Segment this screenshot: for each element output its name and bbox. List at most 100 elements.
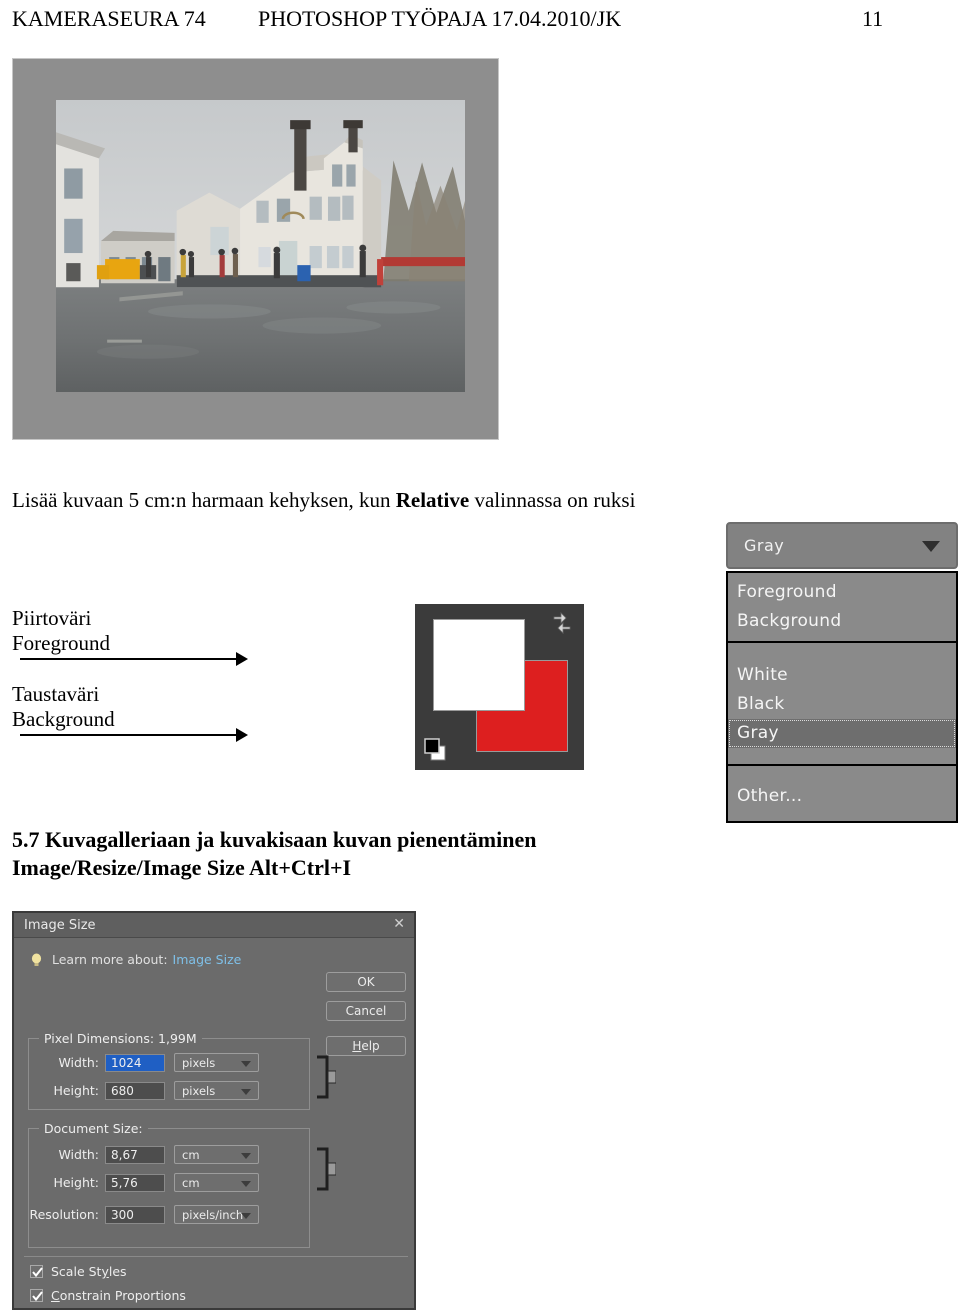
doc-resolution-label: Resolution: — [29, 1207, 99, 1222]
help-mnemonic: H — [352, 1039, 362, 1053]
pixel-width-row: Width: 1024 pixels — [29, 1053, 259, 1072]
arrow-line — [20, 658, 238, 660]
caption-relative: Lisää kuvaan 5 cm:n harmaan kehyksen, ku… — [12, 488, 635, 513]
arrow-to-background-swatch — [20, 728, 248, 742]
scale-styles-checkbox[interactable] — [30, 1265, 43, 1278]
annotation-background: Taustaväri Background — [12, 682, 115, 732]
document-constrain-chain-icon — [314, 1146, 337, 1195]
pixel-constrain-chain-icon — [314, 1054, 337, 1103]
chevron-down-icon — [241, 1181, 251, 1187]
foreground-color-swatch[interactable] — [433, 619, 525, 711]
menu-item-foreground[interactable]: Foreground — [728, 578, 956, 607]
learn-more-label: Learn more about: — [52, 952, 168, 967]
learn-more-link[interactable]: Image Size — [173, 952, 242, 967]
menu-item-background[interactable]: Background — [728, 607, 956, 636]
menu-group-color-sources: Foreground Background — [728, 573, 956, 641]
pixel-width-unit-select[interactable]: pixels — [174, 1053, 259, 1072]
help-button[interactable]: Help — [326, 1036, 406, 1056]
pixel-height-unit-value: pixels — [182, 1083, 216, 1098]
scale-styles-post: les — [108, 1264, 127, 1279]
doc-resolution-unit-select[interactable]: pixels/inch — [174, 1205, 259, 1224]
learn-more-row[interactable]: Learn more about: Image Size — [30, 952, 241, 967]
menu-item-gray[interactable]: Gray — [728, 719, 956, 748]
page-number: 11 — [862, 6, 884, 31]
scale-styles-label: Scale Styles — [51, 1264, 127, 1279]
swap-colors-icon[interactable] — [550, 610, 574, 634]
constrain-proportions-mnemonic: C — [51, 1288, 60, 1303]
chevron-down-icon — [241, 1089, 251, 1095]
help-rest: elp — [361, 1039, 380, 1053]
pixel-height-unit-select[interactable]: pixels — [174, 1081, 259, 1100]
arrow-head-icon — [236, 728, 248, 742]
fill-contents-combo[interactable]: Gray — [726, 522, 958, 569]
caption-bold-relative: Relative — [395, 488, 470, 512]
chevron-down-icon — [922, 541, 940, 552]
document-size-legend: Document Size: — [39, 1121, 148, 1136]
scale-styles-row[interactable]: Scale Styles — [30, 1264, 127, 1279]
doc-resolution-input[interactable]: 300 — [105, 1205, 165, 1224]
chevron-down-icon — [241, 1061, 251, 1067]
caption-before: Lisää kuvaan 5 cm:n harmaan kehyksen, ku… — [12, 488, 396, 512]
pixel-width-input[interactable]: 1024 — [105, 1053, 165, 1072]
menu-item-black[interactable]: Black — [728, 690, 956, 719]
color-swatch-widget — [415, 604, 584, 770]
annotation-background-fi: Taustaväri — [12, 682, 100, 706]
constrain-proportions-row[interactable]: Constrain Proportions — [30, 1288, 186, 1303]
framed-photo — [12, 58, 499, 440]
scale-styles-pre: Scale St — [51, 1264, 102, 1279]
dialog-title: Image Size — [24, 918, 96, 933]
doc-width-unit-value: cm — [182, 1147, 200, 1162]
pixel-width-unit-value: pixels — [182, 1055, 216, 1070]
pixel-height-row: Height: 680 pixels — [29, 1081, 259, 1100]
dialog-divider — [24, 1256, 408, 1257]
doc-height-unit-select[interactable]: cm — [174, 1173, 259, 1192]
close-icon[interactable]: ✕ — [393, 917, 405, 931]
doc-height-row: Height: 5,76 cm — [29, 1173, 259, 1192]
header-title: PHOTOSHOP TYÖPAJA 17.04.2010/JK — [258, 6, 622, 31]
menu-item-other[interactable]: Other... — [728, 782, 956, 811]
section-heading: 5.7 Kuvagalleriaan ja kuvakisaan kuvan p… — [12, 827, 537, 852]
doc-height-label: Height: — [53, 1175, 99, 1190]
photo-illustration — [56, 100, 465, 392]
doc-height-unit-value: cm — [182, 1175, 200, 1190]
doc-height-input[interactable]: 5,76 — [105, 1173, 165, 1192]
dialog-titlebar: Image Size ✕ — [14, 913, 414, 938]
header-publication: KAMERASEURA 74 — [12, 6, 206, 31]
pixel-dimensions-legend: Pixel Dimensions: 1,99M — [39, 1031, 202, 1046]
lightbulb-icon — [30, 953, 43, 967]
pixel-width-label: Width: — [58, 1055, 99, 1070]
menu-group-presets: White Black Gray — [728, 641, 956, 764]
gray-frame-border — [13, 59, 498, 439]
document-size-group: Document Size: Width: 8,67 cm Height: 5,… — [28, 1121, 310, 1248]
pixel-height-input[interactable]: 680 — [105, 1081, 165, 1100]
pixel-dimensions-group: Pixel Dimensions: 1,99M Width: 1024 pixe… — [28, 1031, 310, 1110]
photo-image — [56, 100, 465, 392]
fill-contents-menu[interactable]: Foreground Background White Black Gray O… — [726, 571, 958, 823]
doc-width-input[interactable]: 8,67 — [105, 1145, 165, 1164]
arrow-to-foreground-swatch — [20, 652, 248, 666]
doc-resolution-unit-value: pixels/inch — [182, 1207, 244, 1222]
ok-button[interactable]: OK — [326, 972, 406, 992]
doc-width-row: Width: 8,67 cm — [29, 1145, 259, 1164]
annotation-foreground-fi: Piirtoväri — [12, 606, 92, 630]
default-colors-icon[interactable] — [423, 736, 449, 762]
doc-resolution-row: Resolution: 300 pixels/inch — [29, 1205, 259, 1224]
menu-group-other: Other... — [728, 764, 956, 821]
annotation-foreground: Piirtoväri Foreground — [12, 606, 110, 656]
doc-width-unit-select[interactable]: cm — [174, 1145, 259, 1164]
cancel-button[interactable]: Cancel — [326, 1001, 406, 1021]
image-size-dialog: Image Size ✕ Learn more about: Image Siz… — [12, 911, 416, 1310]
constrain-proportions-checkbox[interactable] — [30, 1289, 43, 1302]
section-heading-block: 5.7 Kuvagalleriaan ja kuvakisaan kuvan p… — [12, 826, 536, 882]
chevron-down-icon — [241, 1153, 251, 1159]
arrow-head-icon — [236, 652, 248, 666]
fill-contents-selected-value: Gray — [744, 536, 785, 555]
doc-width-label: Width: — [58, 1147, 99, 1162]
menu-item-white[interactable]: White — [728, 661, 956, 690]
constrain-proportions-post: onstrain Proportions — [59, 1288, 186, 1303]
pixel-height-label: Height: — [53, 1083, 99, 1098]
fill-contents-dropdown[interactable]: Gray Foreground Background White Black G… — [726, 522, 958, 823]
arrow-line — [20, 734, 238, 736]
constrain-proportions-label: Constrain Proportions — [51, 1288, 186, 1303]
page-header: KAMERASEURA 74 PHOTOSHOP TYÖPAJA 17.04.2… — [0, 0, 960, 44]
